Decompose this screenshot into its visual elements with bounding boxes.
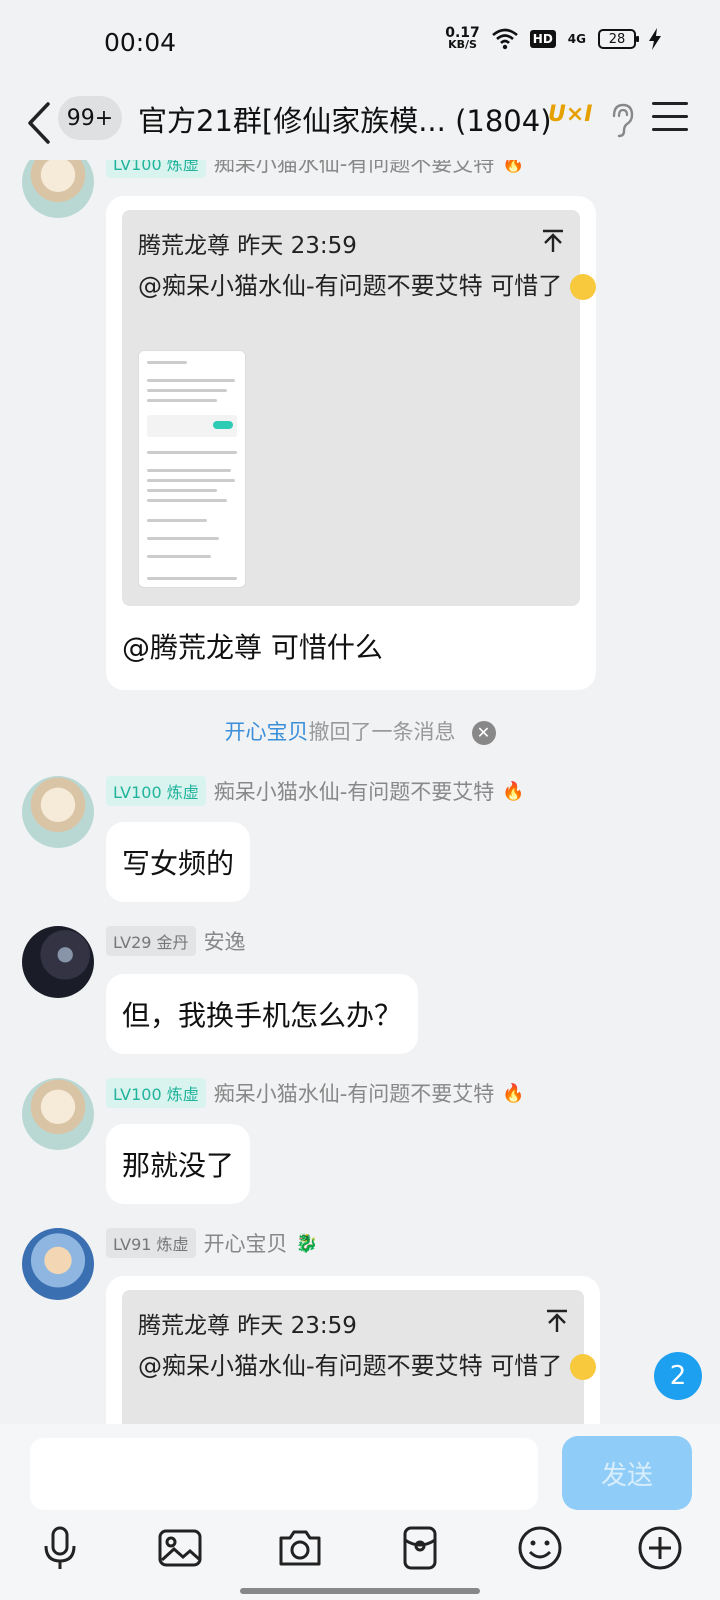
wifi-icon (491, 28, 518, 50)
level-badge: LV100 炼虚 (106, 776, 206, 806)
screenshot-thumbnail[interactable] (138, 350, 246, 588)
status-bar: 00:04 0.17 KB/S HD 4G 28 (0, 0, 720, 88)
menu-icon[interactable] (652, 102, 688, 134)
level-badge: LV100 炼虚 (106, 1078, 206, 1108)
message-bubble[interactable]: 那就没了 (106, 1124, 251, 1204)
battery-level: 28 (608, 31, 626, 47)
message-meta: LV100 炼虚 痴呆小猫水仙-有问题不要艾特 🔥 (106, 1078, 525, 1108)
hd-icon: HD (529, 30, 556, 48)
quoted-message[interactable]: 腾荒龙尊 昨天 23:59 @痴呆小猫水仙-有问题不要艾特 可惜了 (122, 210, 596, 606)
jump-to-quote-icon[interactable] (544, 1308, 570, 1334)
unread-badge[interactable]: 99+ (58, 96, 122, 140)
avatar[interactable] (22, 776, 94, 848)
speed-unit: KB/S (448, 38, 477, 51)
fire-icon: 🔥 (502, 1082, 525, 1104)
level-badge: LV29 金丹 (106, 926, 196, 956)
message-meta: LV29 金丹 安逸 (106, 926, 246, 956)
dragon-icon: 🐉 (295, 1232, 318, 1254)
jump-to-quote-icon[interactable] (540, 228, 566, 254)
input-bar: 发送 (0, 1424, 720, 1600)
fire-icon: 🔥 (502, 780, 525, 802)
avatar[interactable] (22, 1228, 94, 1300)
quote-author-time: 腾荒龙尊 昨天 23:59 (138, 233, 357, 259)
new-message-count[interactable]: 2 (654, 1352, 702, 1400)
charging-icon (649, 28, 661, 50)
reply-text: @腾荒龙尊 可惜什么 (122, 631, 383, 664)
avatar[interactable] (22, 926, 94, 998)
close-icon[interactable]: ✕ (471, 721, 496, 745)
network-speed: 0.17 KB/S (445, 26, 480, 51)
ear-icon[interactable] (608, 102, 636, 138)
sender-name[interactable]: 痴呆小猫水仙-有问题不要艾特 (214, 160, 495, 178)
camera-icon[interactable] (276, 1524, 324, 1572)
quote-author-time: 腾荒龙尊 昨天 23:59 (138, 1313, 357, 1339)
fire-icon: 🔥 (502, 160, 525, 174)
level-badge: LV100 炼虚 (106, 160, 206, 178)
message-bubble[interactable]: 腾荒龙尊 昨天 23:59 @痴呆小猫水仙-有问题不要艾特 可惜了 (106, 1276, 600, 1424)
recall-notice: 开心宝贝撤回了一条消息 ✕ (0, 716, 720, 746)
laugh-emoji-icon (569, 274, 596, 300)
send-button[interactable]: 发送 (562, 1436, 692, 1510)
message-bubble[interactable]: 但，我换手机怎么办？ (106, 974, 419, 1054)
message-list[interactable]: LV100 炼虚 痴呆小猫水仙-有问题不要艾特 🔥 腾荒龙尊 昨天 23:59 … (0, 160, 720, 1424)
quoted-message[interactable]: 腾荒龙尊 昨天 23:59 @痴呆小猫水仙-有问题不要艾特 可惜了 (122, 1290, 596, 1424)
message-bubble[interactable]: 写女频的 (106, 822, 251, 902)
chat-header: 99+ 官方21群[修仙家族模... (1804) U×I (0, 88, 720, 160)
status-icons: 0.17 KB/S HD 4G 28 (445, 26, 662, 51)
avatar[interactable] (22, 1078, 94, 1150)
back-arrow-icon[interactable] (22, 98, 58, 148)
home-indicator[interactable] (240, 1588, 480, 1594)
quote-text: @痴呆小猫水仙-有问题不要艾特 可惜了 (138, 268, 596, 304)
recall-text: 撤回了一条消息 (308, 720, 456, 744)
image-icon[interactable] (156, 1524, 204, 1572)
laugh-emoji-icon (569, 1354, 596, 1380)
message-meta: LV100 炼虚 痴呆小猫水仙-有问题不要艾特 🔥 (106, 776, 525, 806)
microphone-icon[interactable] (36, 1524, 84, 1572)
message-meta: LV100 炼虚 痴呆小猫水仙-有问题不要艾特 🔥 (106, 160, 525, 178)
message-bubble[interactable]: 腾荒龙尊 昨天 23:59 @痴呆小猫水仙-有问题不要艾特 可惜了 (106, 196, 596, 690)
avatar[interactable] (22, 160, 94, 218)
signal-4g-icon: 4G (567, 32, 586, 46)
message-input[interactable] (30, 1438, 538, 1510)
quote-text: @痴呆小猫水仙-有问题不要艾特 可惜了 (138, 1348, 596, 1384)
plus-icon[interactable] (636, 1524, 684, 1572)
message-meta: LV91 炼虚 开心宝贝 🐉 (106, 1228, 318, 1258)
sender-name[interactable]: 痴呆小猫水仙-有问题不要艾特 (214, 776, 495, 806)
sender-name[interactable]: 开心宝贝 (204, 1228, 288, 1258)
recall-user[interactable]: 开心宝贝 (225, 720, 309, 744)
sender-name[interactable]: 痴呆小猫水仙-有问题不要艾特 (214, 1078, 495, 1108)
clock: 00:04 (104, 28, 177, 57)
sender-name[interactable]: 安逸 (204, 926, 246, 956)
emoji-icon[interactable] (516, 1524, 564, 1572)
group-tag: U×I (548, 102, 593, 127)
level-badge: LV91 炼虚 (106, 1228, 196, 1258)
group-title[interactable]: 官方21群[修仙家族模... (1804) (138, 98, 552, 140)
toolbar (0, 1524, 720, 1580)
battery-icon: 28 (598, 29, 639, 49)
red-packet-icon[interactable] (396, 1524, 444, 1572)
